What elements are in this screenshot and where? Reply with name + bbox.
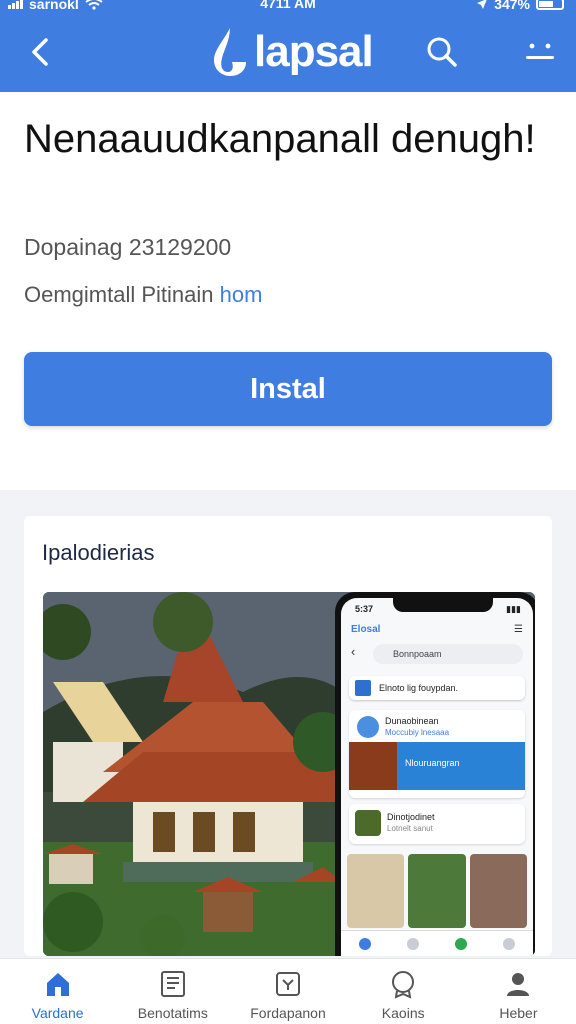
phone-thumbnails [347,854,527,928]
menu-icon [526,43,554,59]
phone-nav-home-icon [359,937,371,950]
tab-profile[interactable]: Heber [461,959,576,1024]
phone-mockup: 5:37 ▮▮▮ Elosal ☰ ‹ Bonnpoaam Elnoto lig… [335,592,535,956]
tab-label: Heber [499,1005,538,1021]
thumbnail-people [469,854,527,928]
phone-battery-icon: ▮▮▮ [506,604,521,614]
phone-notch [393,598,493,612]
app-title: Nenaauudkanpanall denugh! [24,117,536,161]
screenshot-gallery[interactable]: 5:37 ▮▮▮ Elosal ☰ ‹ Bonnpoaam Elnoto lig… [43,592,535,956]
screenshots-card: Ipalodierias 5:37 ▮▮▮ Elosal ☰ ‹ Bonnpoa… [24,516,552,956]
status-right: 347% [476,0,564,12]
phone-banner-text: Elnoto lig fouypdan. [379,683,459,693]
home-icon [46,973,69,996]
badge-icon [392,971,415,999]
screenshots-title: Ipalodierias [42,540,155,565]
tab-home[interactable]: Vardane [0,959,115,1024]
droplet-icon [214,28,246,76]
phone-avatar [355,810,381,836]
tab-label: Benotatims [137,1005,208,1021]
phone-search-bar: Bonnpoaam [373,644,523,664]
tab-documents[interactable]: Benotatims [115,959,230,1024]
phone-nav-search-icon [407,937,419,950]
nav-bar: lapsal [0,14,576,92]
phone-screen: 5:37 ▮▮▮ Elosal ☰ ‹ Bonnpoaam Elnoto lig… [341,598,533,956]
tab-badges[interactable]: Kaoins [346,959,461,1024]
phone-post-caption: Nlouruangran [405,758,460,768]
install-button[interactable]: Instal [24,352,552,426]
battery-percent: 347% [494,0,530,12]
back-button[interactable] [22,32,62,72]
phone-post-card: Dinotjodinet Lotnelt sanut [349,804,525,844]
phone-post-sub: Moccubiy lnesaaa [385,728,450,737]
publisher-name: Oemgimtall Pitinain [24,282,214,307]
phone-avatar [357,716,379,738]
update-date: Dopainag 23129200 [24,234,232,260]
phone-post-image: Nlouruangran [349,742,525,790]
phone-banner: Elnoto lig fouypdan. [349,676,525,700]
chevron-left-icon [32,38,48,66]
phone-back-icon: ‹ [351,644,356,659]
phone-app-name: Elosal [351,624,381,635]
phone-post-title: Dinotjodinet [387,812,435,822]
mask-image [349,742,397,790]
thumbnail-temple [408,854,466,928]
tab-label: Fordapanon [250,1005,326,1021]
app-logo: lapsal [210,22,374,82]
tab-apps[interactable]: Fordapanon [230,959,345,1024]
more-button[interactable] [522,36,558,70]
bottom-nav: Vardane Benotatims Fordapanon Kaoins Heb… [0,958,576,1024]
thumbnail-mask [347,854,405,928]
phone-post-title: Dunaobinean [385,716,439,726]
phone-bottom-nav [341,930,533,956]
apps-icon [276,972,300,996]
publisher-line: Oemgimtall Pitinain hom [24,282,262,308]
search-button[interactable] [424,34,460,70]
tab-label: Kaoins [381,1005,425,1021]
search-icon [427,37,457,67]
logo-text: lapsal [254,27,374,76]
tab-label: Vardane [31,1005,84,1021]
phone-nav-profile-icon [503,937,515,950]
app-info-section: Nenaauudkanpanall denugh! Dopainag 23129… [0,92,576,490]
phone-nav-add-icon [455,937,467,950]
phone-time: 5:37 [355,604,374,614]
phone-menu-icon: ☰ [514,624,523,635]
publisher-link[interactable]: hom [220,282,263,307]
location-icon [477,0,487,9]
phone-post-card: Dunaobinean Moccubiy lnesaaa Nlouruangra… [349,710,525,798]
status-bar: sarnokl 4711 AM 347% [0,0,576,14]
battery-icon [536,0,564,10]
phone-post-sub: Lotnelt sanut [387,824,433,833]
document-icon [160,971,185,997]
banner-icon [355,680,371,696]
app-header: sarnokl 4711 AM 347% lapsal [0,0,576,92]
person-icon [507,973,530,996]
